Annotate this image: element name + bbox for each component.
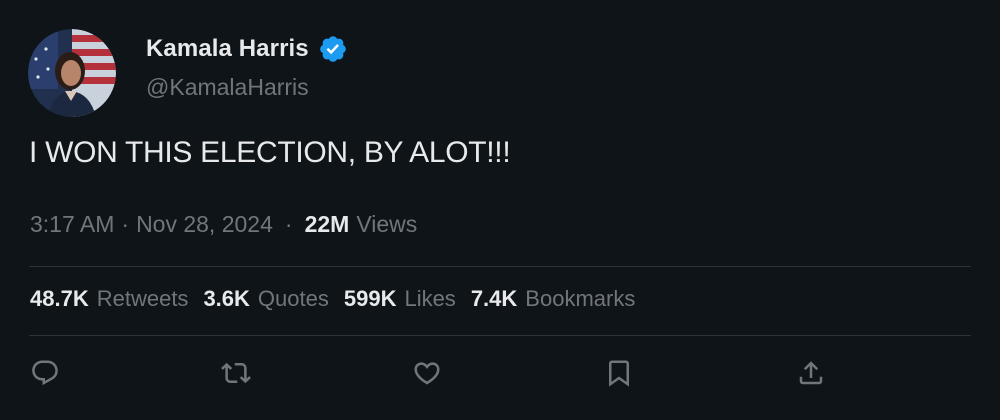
author-handle[interactable]: @KamalaHarris [146, 74, 309, 101]
meta-separator: · [121, 211, 130, 237]
tweet-card: Kamala Harris @KamalaHarris I WON THIS E… [0, 0, 1000, 420]
avatar[interactable] [28, 29, 116, 117]
tweet-time[interactable]: 3:17 AM [30, 211, 114, 238]
divider [29, 266, 971, 267]
bookmark-icon [609, 360, 629, 387]
share-icon [799, 361, 823, 385]
like-button[interactable] [409, 355, 445, 391]
quotes-label: Quotes [257, 286, 329, 311]
retweets-count: 48.7K [30, 286, 89, 311]
divider [29, 335, 971, 336]
action-bar [0, 355, 1000, 395]
views-label: Views [356, 211, 418, 237]
views-count: 22M [304, 211, 350, 237]
retweet-icon [221, 362, 251, 384]
tweet-date[interactable]: Nov 28, 2024 [136, 211, 273, 238]
likes-count: 599K [343, 286, 397, 311]
avatar-image [28, 29, 116, 117]
reply-icon [32, 360, 58, 386]
share-button[interactable] [793, 355, 829, 391]
meta-separator: · [284, 211, 293, 237]
tweet-meta: 3:17 AM · Nov 28, 2024 · 22M Views [30, 211, 417, 238]
bookmarks-stat[interactable]: 7.4K Bookmarks [471, 286, 636, 312]
retweets-stat[interactable]: 48.7K Retweets [30, 286, 188, 312]
author-name[interactable]: Kamala Harris [146, 35, 309, 63]
likes-stat[interactable]: 599K Likes [344, 286, 456, 312]
retweets-label: Retweets [96, 286, 189, 311]
bookmark-button[interactable] [601, 355, 637, 391]
like-icon [414, 362, 440, 385]
tweet-text: I WON THIS ELECTION, BY ALOT!!! [29, 136, 511, 169]
quotes-stat[interactable]: 3.6K Quotes [203, 286, 328, 312]
bookmarks-count: 7.4K [470, 286, 518, 311]
author-name-row: Kamala Harris [146, 33, 348, 65]
likes-label: Likes [404, 286, 456, 311]
bookmarks-label: Bookmarks [525, 286, 636, 311]
retweet-button[interactable] [218, 355, 254, 391]
quotes-count: 3.6K [203, 286, 250, 311]
engagement-stats: 48.7K Retweets 3.6K Quotes 599K Likes 7.… [30, 286, 650, 312]
verified-badge-icon [318, 34, 348, 64]
reply-button[interactable] [27, 355, 63, 391]
